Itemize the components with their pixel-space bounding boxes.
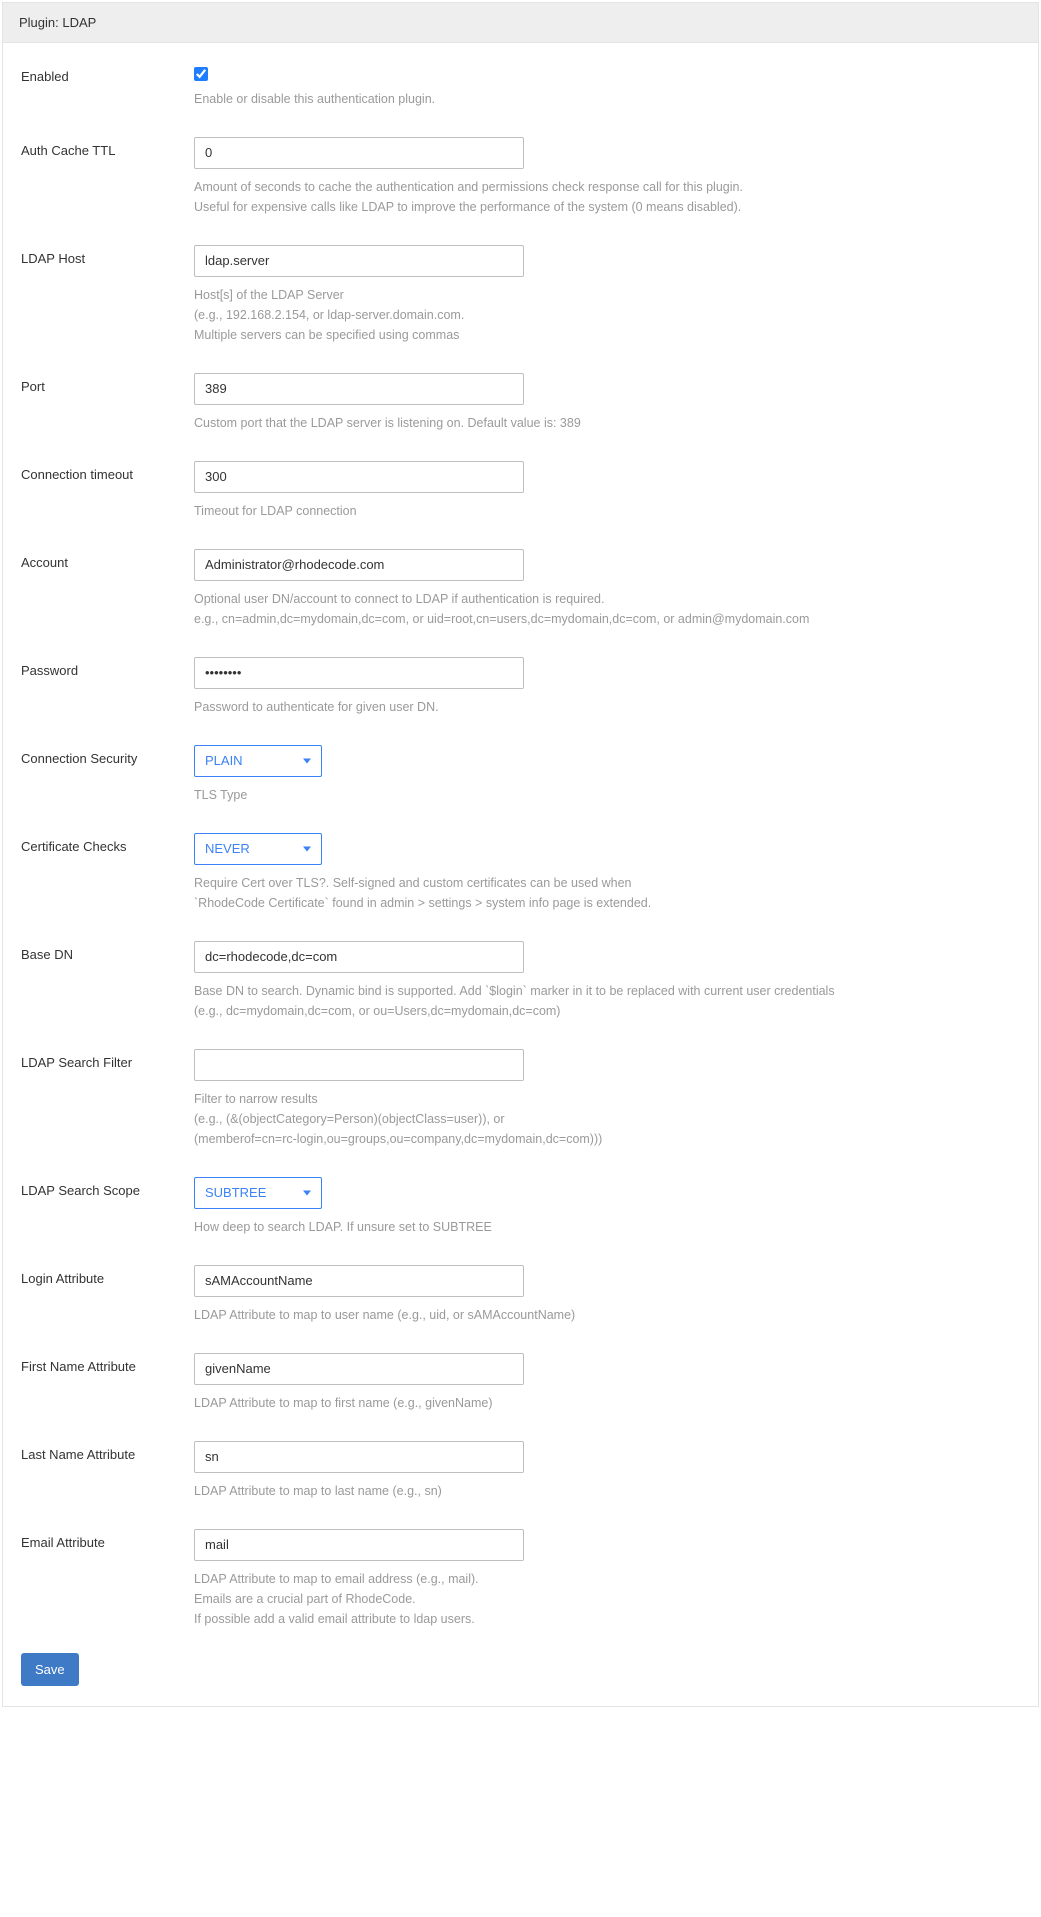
help-text: Base DN to search. Dynamic bind is suppo… [194, 981, 974, 1001]
help-text: Useful for expensive calls like LDAP to … [194, 197, 974, 217]
account-input[interactable] [194, 549, 524, 581]
help-text: TLS Type [194, 785, 974, 805]
help-text: LDAP Attribute to map to email address (… [194, 1569, 974, 1589]
help-text: Multiple servers can be specified using … [194, 325, 974, 345]
row-account: Account Optional user DN/account to conn… [21, 549, 1020, 629]
panel-title: Plugin: LDAP [3, 3, 1038, 43]
label-auth-cache-ttl: Auth Cache TTL [21, 137, 194, 158]
enabled-checkbox[interactable] [194, 67, 208, 81]
select-value: SUBTREE [205, 1185, 266, 1200]
help-text: (e.g., dc=mydomain,dc=com, or ou=Users,d… [194, 1001, 974, 1021]
panel-body: Enabled Enable or disable this authentic… [3, 43, 1038, 1706]
label-conn-security: Connection Security [21, 745, 194, 766]
row-password: Password Password to authenticate for gi… [21, 657, 1020, 717]
auth-cache-ttl-input[interactable] [194, 137, 524, 169]
help-text: (e.g., 192.168.2.154, or ldap-server.dom… [194, 305, 974, 325]
help-text: Password to authenticate for given user … [194, 697, 974, 717]
label-cert-checks: Certificate Checks [21, 833, 194, 854]
first-name-attr-input[interactable] [194, 1353, 524, 1385]
row-port: Port Custom port that the LDAP server is… [21, 373, 1020, 433]
help-text: LDAP Attribute to map to last name (e.g.… [194, 1481, 974, 1501]
row-first-name-attr: First Name Attribute LDAP Attribute to m… [21, 1353, 1020, 1413]
label-enabled: Enabled [21, 63, 194, 84]
label-port: Port [21, 373, 194, 394]
help-text: If possible add a valid email attribute … [194, 1609, 974, 1629]
row-search-scope: LDAP Search Scope SUBTREE How deep to se… [21, 1177, 1020, 1237]
cert-checks-select[interactable]: NEVER [194, 833, 322, 865]
label-ldap-host: LDAP Host [21, 245, 194, 266]
base-dn-input[interactable] [194, 941, 524, 973]
help-text: `RhodeCode Certificate` found in admin >… [194, 893, 974, 913]
help-text: How deep to search LDAP. If unsure set t… [194, 1217, 974, 1237]
row-last-name-attr: Last Name Attribute LDAP Attribute to ma… [21, 1441, 1020, 1501]
row-conn-security: Connection Security PLAIN TLS Type [21, 745, 1020, 805]
caret-down-icon [303, 1190, 311, 1195]
caret-down-icon [303, 758, 311, 763]
label-password: Password [21, 657, 194, 678]
row-search-filter: LDAP Search Filter Filter to narrow resu… [21, 1049, 1020, 1149]
label-search-scope: LDAP Search Scope [21, 1177, 194, 1198]
help-text: (e.g., (&(objectCategory=Person)(objectC… [194, 1109, 974, 1129]
port-input[interactable] [194, 373, 524, 405]
search-scope-select[interactable]: SUBTREE [194, 1177, 322, 1209]
row-email-attr: Email Attribute LDAP Attribute to map to… [21, 1529, 1020, 1629]
label-search-filter: LDAP Search Filter [21, 1049, 194, 1070]
select-value: PLAIN [205, 753, 243, 768]
help-text: e.g., cn=admin,dc=mydomain,dc=com, or ui… [194, 609, 974, 629]
label-conn-timeout: Connection timeout [21, 461, 194, 482]
help-text: Filter to narrow results [194, 1089, 974, 1109]
row-ldap-host: LDAP Host Host[s] of the LDAP Server (e.… [21, 245, 1020, 345]
password-input[interactable] [194, 657, 524, 689]
help-text: Optional user DN/account to connect to L… [194, 589, 974, 609]
label-account: Account [21, 549, 194, 570]
row-enabled: Enabled Enable or disable this authentic… [21, 63, 1020, 109]
row-login-attr: Login Attribute LDAP Attribute to map to… [21, 1265, 1020, 1325]
label-base-dn: Base DN [21, 941, 194, 962]
help-text: LDAP Attribute to map to user name (e.g.… [194, 1305, 974, 1325]
caret-down-icon [303, 846, 311, 851]
row-base-dn: Base DN Base DN to search. Dynamic bind … [21, 941, 1020, 1021]
save-button[interactable]: Save [21, 1653, 79, 1686]
conn-security-select[interactable]: PLAIN [194, 745, 322, 777]
help-text: Timeout for LDAP connection [194, 501, 974, 521]
help-text: Host[s] of the LDAP Server [194, 285, 974, 305]
conn-timeout-input[interactable] [194, 461, 524, 493]
help-text: Custom port that the LDAP server is list… [194, 413, 974, 433]
label-last-name-attr: Last Name Attribute [21, 1441, 194, 1462]
help-text: Amount of seconds to cache the authentic… [194, 177, 974, 197]
email-attr-input[interactable] [194, 1529, 524, 1561]
label-email-attr: Email Attribute [21, 1529, 194, 1550]
plugin-panel: Plugin: LDAP Enabled Enable or disable t… [2, 2, 1039, 1707]
label-login-attr: Login Attribute [21, 1265, 194, 1286]
row-conn-timeout: Connection timeout Timeout for LDAP conn… [21, 461, 1020, 521]
help-text: Emails are a crucial part of RhodeCode. [194, 1589, 974, 1609]
row-auth-cache-ttl: Auth Cache TTL Amount of seconds to cach… [21, 137, 1020, 217]
help-text: Require Cert over TLS?. Self-signed and … [194, 873, 974, 893]
label-first-name-attr: First Name Attribute [21, 1353, 194, 1374]
help-text: LDAP Attribute to map to first name (e.g… [194, 1393, 974, 1413]
help-text: Enable or disable this authentication pl… [194, 89, 974, 109]
last-name-attr-input[interactable] [194, 1441, 524, 1473]
select-value: NEVER [205, 841, 250, 856]
ldap-host-input[interactable] [194, 245, 524, 277]
login-attr-input[interactable] [194, 1265, 524, 1297]
search-filter-input[interactable] [194, 1049, 524, 1081]
help-text: (memberof=cn=rc-login,ou=groups,ou=compa… [194, 1129, 974, 1149]
row-cert-checks: Certificate Checks NEVER Require Cert ov… [21, 833, 1020, 913]
